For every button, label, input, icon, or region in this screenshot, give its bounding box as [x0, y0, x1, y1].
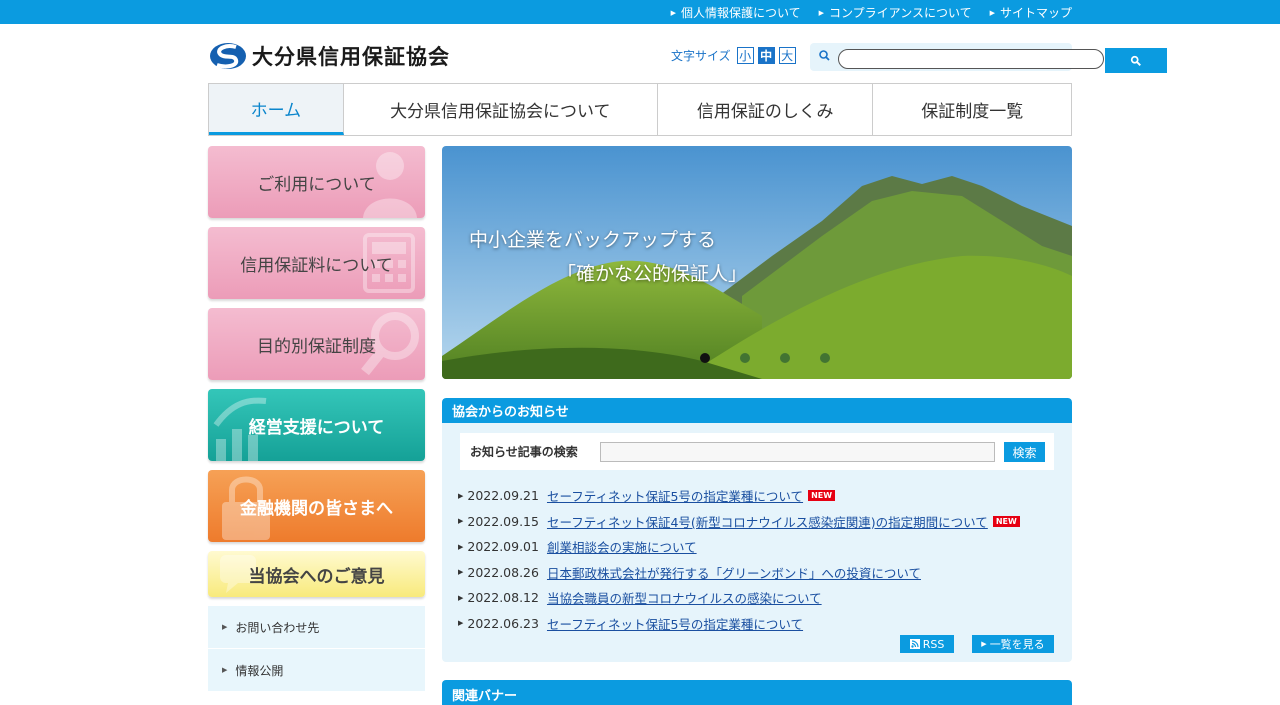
triangle-right-icon: ▶: [222, 623, 228, 631]
news-title-link[interactable]: セーフティネット保証4号(新型コロナウイルス感染症関連)の指定期間について: [547, 512, 988, 531]
news-search: お知らせ記事の検索 検索: [460, 433, 1054, 470]
nav-home[interactable]: ホーム: [209, 84, 344, 135]
triangle-right-icon: ▶: [458, 619, 464, 628]
triangle-right-icon: ▶: [458, 491, 464, 500]
news-date: 2022.09.15: [467, 513, 539, 529]
mountain-photo: [442, 146, 1072, 379]
logo-mark-icon: [210, 43, 246, 69]
news-panel: 協会からのお知らせ お知らせ記事の検索 検索 ▶ 2022.09.21 セーフティネ…: [442, 398, 1072, 662]
news-item: ▶ 2022.09.01 創業相談会の実施について: [458, 534, 1020, 560]
slide-dot-1[interactable]: [700, 353, 710, 363]
slide-indicators: [700, 353, 830, 363]
financial-institutions-button-label: 金融機関の皆さまへ: [240, 498, 393, 519]
financial-institutions-button[interactable]: 金融機関の皆さまへ: [208, 470, 425, 542]
font-size-label: 文字サイズ: [671, 49, 731, 63]
usage-button[interactable]: ご利用について: [208, 146, 425, 218]
news-title-link[interactable]: セーフティネット保証5号の指定業種について: [547, 614, 803, 633]
purpose-guarantee-button-label: 目的別保証制度: [257, 336, 376, 357]
feedback-button[interactable]: 当協会へのご意見: [208, 551, 425, 597]
font-size-small-button[interactable]: 小: [736, 47, 754, 64]
triangle-right-icon: ▶: [458, 593, 464, 602]
news-search-button[interactable]: 検索: [1004, 442, 1045, 462]
news-item: ▶ 2022.09.21 セーフティネット保証5号の指定業種について NEW: [458, 483, 1020, 509]
news-item: ▶ 2022.08.12 当協会職員の新型コロナウイルスの感染について: [458, 585, 1020, 611]
guarantee-fee-button-label: 信用保証料について: [240, 255, 393, 276]
news-date: 2022.08.26: [467, 564, 539, 580]
purpose-guarantee-button[interactable]: 目的別保証制度: [208, 308, 425, 380]
news-date: 2022.09.21: [467, 488, 539, 504]
slide-dot-3[interactable]: [780, 353, 790, 363]
nav-guarantee-list[interactable]: 保証制度一覧: [873, 84, 1071, 135]
font-size-control: 文字サイズ 小 中 大: [671, 47, 796, 64]
news-date: 2022.08.12: [467, 590, 539, 606]
site-search-button[interactable]: [1105, 48, 1167, 73]
triangle-right-icon: ▶: [818, 8, 825, 17]
news-search-input[interactable]: [600, 442, 995, 462]
news-title-link[interactable]: 創業相談会の実施について: [547, 537, 697, 556]
triangle-right-icon: ▶: [989, 8, 995, 17]
triangle-right-icon: ▶: [458, 568, 464, 577]
rss-icon: [909, 639, 920, 649]
slide-dot-4[interactable]: [820, 353, 830, 363]
news-item: ▶ 2022.09.15 セーフティネット保証4号(新型コロナウイルス感染症関連)の…: [458, 509, 1020, 535]
news-date: 2022.06.23: [467, 615, 539, 631]
management-support-button-label: 経営支援について: [248, 417, 385, 438]
news-date: 2022.09.01: [467, 539, 539, 555]
hero-slideshow[interactable]: 中小企業をバックアップする 「確かな公的保証人」: [442, 146, 1072, 379]
news-title-link[interactable]: 当協会職員の新型コロナウイルスの感染について: [547, 588, 822, 607]
sitemap-link-label: サイトマップ: [999, 6, 1072, 20]
rss-button[interactable]: RSS: [900, 635, 954, 653]
nav-mechanism[interactable]: 信用保証のしくみ: [657, 84, 874, 135]
view-all-button[interactable]: ▶ 一覧を見る: [972, 635, 1054, 653]
guarantee-fee-button[interactable]: 信用保証料について: [208, 227, 425, 299]
slide-dot-2[interactable]: [740, 353, 750, 363]
related-banner-heading: 関連バナー: [442, 680, 1072, 705]
site-logo[interactable]: 大分県信用保証協会: [208, 40, 450, 72]
hero-catch-line1: 中小企業をバックアップする: [469, 229, 717, 251]
privacy-link-label: 個人情報保護について: [680, 6, 801, 20]
news-item: ▶ 2022.06.23 セーフティネット保証5号の指定業種について: [458, 611, 1020, 637]
news-list: ▶ 2022.09.21 セーフティネット保証5号の指定業種について NEW ▶ 202…: [458, 483, 1020, 636]
feedback-button-label: 当協会へのご意見: [248, 566, 385, 587]
hero-catch-line2: 「確かな公的保証人」: [557, 263, 748, 285]
font-size-medium-button[interactable]: 中: [757, 47, 775, 64]
font-size-large-button[interactable]: 大: [778, 47, 796, 64]
triangle-right-icon: ▶: [222, 666, 228, 674]
top-bar: ▶ 個人情報保護について ▶ コンプライアンスについて ▶ サイトマップ: [0, 0, 1280, 24]
contact-link-label: お問い合わせ先: [235, 620, 320, 635]
search-icon: [1130, 55, 1141, 66]
news-title-link[interactable]: セーフティネット保証5号の指定業種について: [547, 486, 803, 505]
utility-links: ▶ 個人情報保護について ▶ コンプライアンスについて ▶ サイトマップ: [671, 4, 1072, 21]
management-support-button[interactable]: 経営支援について: [208, 389, 425, 461]
contact-link[interactable]: ▶ お問い合わせ先: [208, 606, 425, 649]
new-badge: NEW: [808, 490, 836, 502]
search-icon: [819, 50, 830, 61]
view-all-button-label: 一覧を見る: [989, 638, 1045, 651]
triangle-right-icon: ▶: [670, 8, 676, 17]
triangle-right-icon: ▶: [981, 640, 987, 648]
new-badge: NEW: [992, 515, 1020, 527]
privacy-link[interactable]: ▶ 個人情報保護について: [671, 4, 801, 21]
triangle-right-icon: ▶: [458, 517, 464, 526]
compliance-link-label: コンプライアンスについて: [829, 6, 972, 20]
nav-about[interactable]: 大分県信用保証協会について: [343, 84, 658, 135]
news-heading: 協会からのお知らせ: [442, 398, 1072, 423]
news-search-label: お知らせ記事の検索: [470, 445, 578, 459]
site-name: 大分県信用保証協会: [252, 45, 450, 69]
compliance-link[interactable]: ▶ コンプライアンスについて: [819, 4, 972, 21]
sitemap-link[interactable]: ▶ サイトマップ: [990, 4, 1072, 21]
news-title-link[interactable]: 日本郵政株式会社が発行する「グリーンボンド」への投資について: [547, 563, 921, 582]
disclosure-link-label: 情報公開: [235, 663, 284, 678]
site-search: [810, 43, 1167, 73]
usage-button-label: ご利用について: [257, 174, 376, 195]
site-search-input[interactable]: [838, 49, 1104, 69]
rss-button-label: RSS: [922, 637, 945, 651]
sidebar: ご利用について 信用保証料について 目的別保証制度 経営支援について 金融機関の…: [208, 146, 425, 692]
sidebar-links: ▶ お問い合わせ先 ▶ 情報公開: [208, 606, 425, 692]
news-item: ▶ 2022.08.26 日本郵政株式会社が発行する「グリーンボンド」への投資につい…: [458, 560, 1020, 586]
global-nav: ホーム 大分県信用保証協会について 信用保証のしくみ 保証制度一覧: [208, 83, 1072, 136]
disclosure-link[interactable]: ▶ 情報公開: [208, 649, 425, 692]
triangle-right-icon: ▶: [458, 542, 464, 551]
